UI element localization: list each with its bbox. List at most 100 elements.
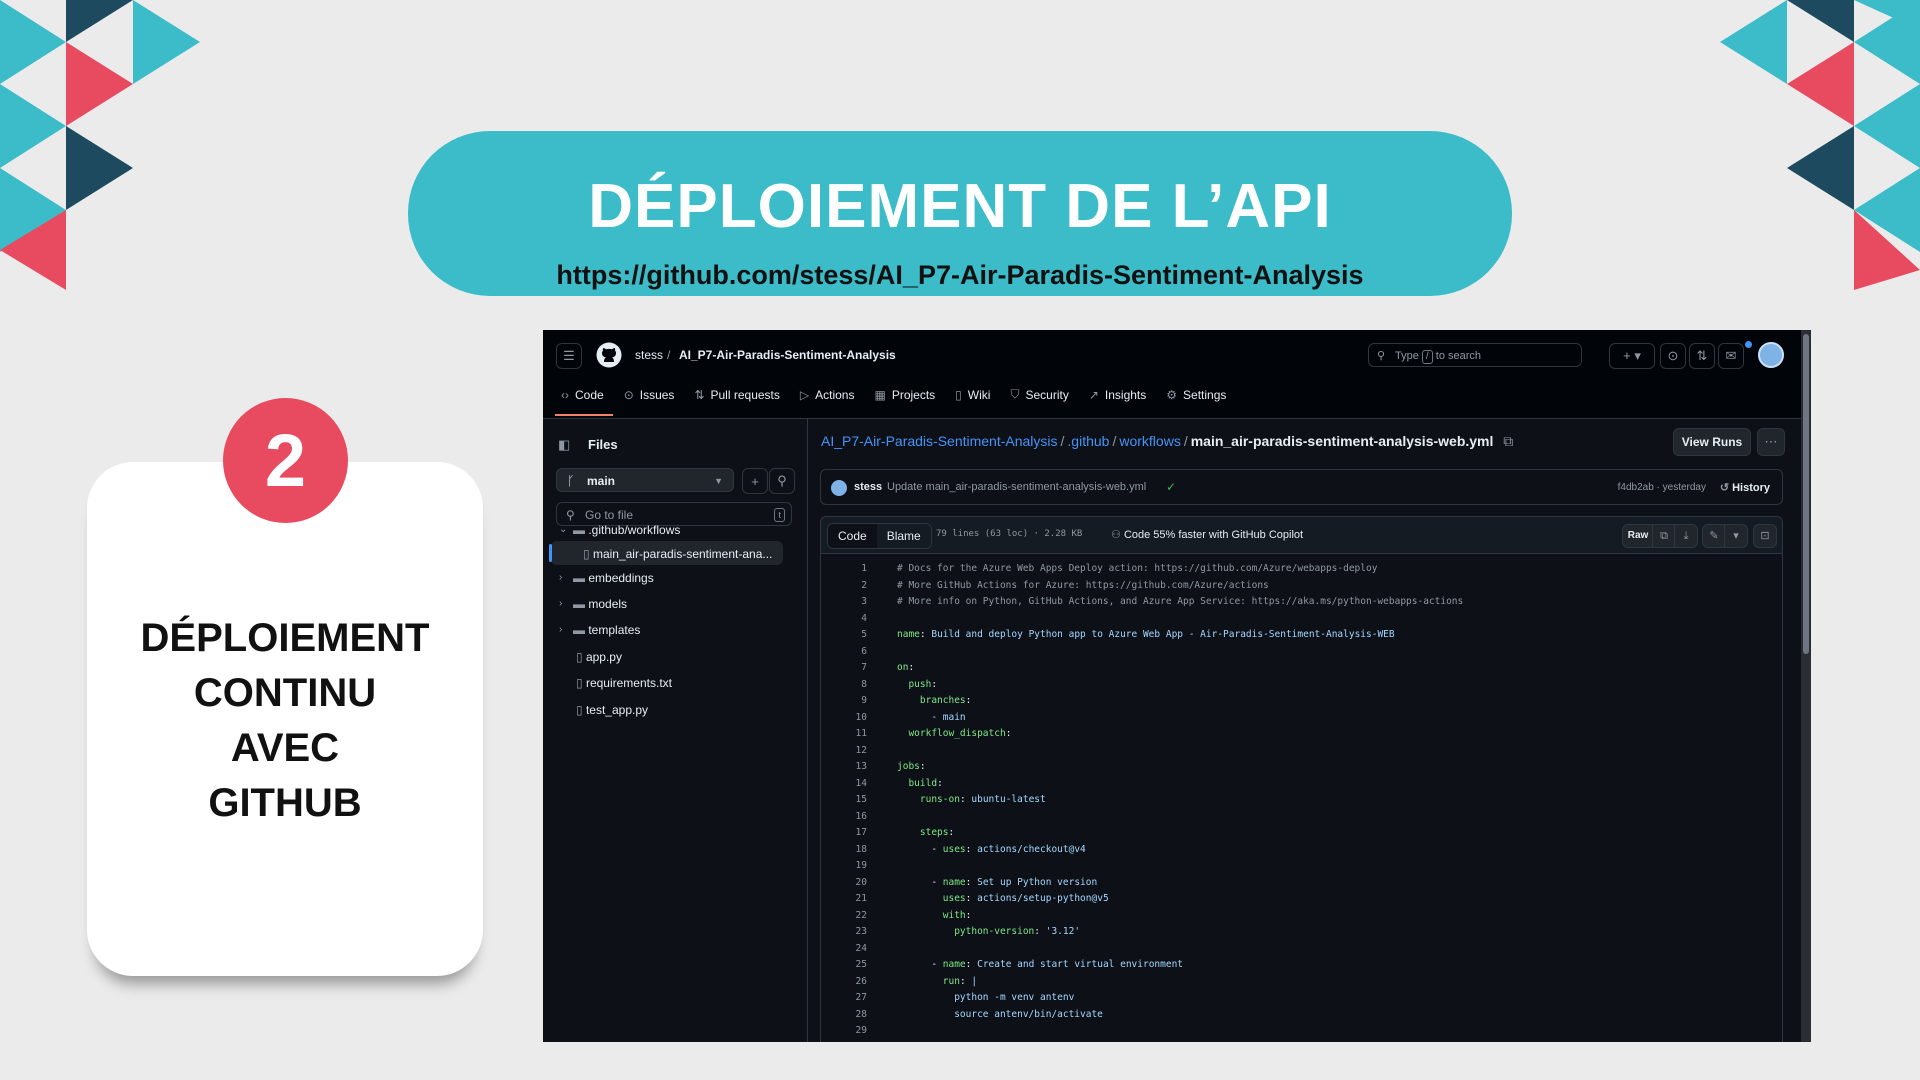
tree-folder[interactable]: › ▬ models [559, 593, 627, 615]
card-line: GITHUB [208, 781, 362, 825]
tree-file[interactable]: ▯ test_app.py [576, 699, 648, 721]
graph-icon: ↗ [1088, 387, 1099, 402]
repo-url[interactable]: https://github.com/stess/AI_P7-Air-Parad… [408, 260, 1512, 291]
line-number[interactable]: 20 [821, 875, 867, 892]
edit-pencil-icon[interactable]: ✎ [1702, 524, 1726, 548]
tab-settings[interactable]: ⚙ Settings [1166, 387, 1226, 402]
line-number[interactable]: 7 [821, 660, 867, 677]
add-file-button[interactable]: + [742, 468, 768, 494]
line-number[interactable]: 24 [821, 941, 867, 958]
scrollbar[interactable] [1801, 330, 1811, 1042]
line-number[interactable]: 8 [821, 677, 867, 694]
line-text: python -m venv antenv [897, 992, 1075, 1003]
path-repo-link[interactable]: AI_P7-Air-Paradis-Sentiment-Analysis [821, 433, 1058, 449]
line-number[interactable]: 21 [821, 891, 867, 908]
branch-selector[interactable]: ᚴ main ▼ [556, 468, 734, 492]
symbols-panel-icon[interactable]: ⊡ [1753, 524, 1777, 548]
chevron-down-icon[interactable]: ▾ [1724, 524, 1748, 548]
path-dir-link[interactable]: .github [1067, 433, 1109, 449]
tab-issues[interactable]: ⊙ Issues [624, 387, 675, 402]
line-number[interactable]: 9 [821, 693, 867, 710]
line-number[interactable]: 1 [821, 561, 867, 578]
line-number[interactable]: 14 [821, 776, 867, 793]
line-number[interactable]: 16 [821, 809, 867, 826]
tree-file-selected[interactable]: ▯ main_air-paradis-sentiment-ana... [583, 543, 772, 565]
line-number[interactable]: 2 [821, 578, 867, 595]
code-line: 14 build: [821, 776, 1782, 793]
history-link[interactable]: ↺ History [1720, 481, 1770, 494]
breadcrumb-separator: / [667, 348, 671, 362]
avatar[interactable] [1758, 342, 1784, 368]
sidebar-collapse-icon[interactable]: ◧ [558, 437, 570, 453]
view-runs-button[interactable]: View Runs [1673, 428, 1751, 456]
line-number[interactable]: 15 [821, 792, 867, 809]
history-label: History [1732, 482, 1770, 494]
tab-wiki[interactable]: ▯ Wiki [955, 387, 990, 402]
repo-nav: ‹› Code ⊙ Issues ⇅ Pull requests ▷ Actions ▦… [561, 387, 1226, 402]
line-number[interactable]: 27 [821, 990, 867, 1007]
tab-actions[interactable]: ▷ Actions [800, 387, 855, 402]
commit-author[interactable]: stess [854, 481, 882, 493]
line-number[interactable]: 26 [821, 974, 867, 991]
line-number[interactable]: 5 [821, 627, 867, 644]
line-number[interactable]: 10 [821, 710, 867, 727]
code-line: 22 with: [821, 908, 1782, 925]
tree-folder[interactable]: › ▬ embeddings [559, 567, 654, 589]
tree-folder[interactable]: ⌄ ▬ .github/workflows [559, 519, 681, 541]
tab-projects[interactable]: ▦ Projects [874, 387, 935, 402]
code-line: 20 - name: Set up Python version [821, 875, 1782, 892]
tab-insights[interactable]: ↗ Insights [1089, 387, 1146, 402]
copilot-promo[interactable]: ⚇ Code 55% faster with GitHub Copilot [1111, 528, 1303, 541]
line-number[interactable]: 23 [821, 924, 867, 941]
code-line: 24 [821, 941, 1782, 958]
check-icon[interactable]: ✓ [1166, 480, 1176, 494]
github-header: ☰ stess / AI_P7-Air-Paradis-Sentiment-An… [543, 330, 1801, 419]
repo-name-link[interactable]: AI_P7-Air-Paradis-Sentiment-Analysis [679, 348, 896, 362]
inbox-icon[interactable]: ✉ [1718, 343, 1744, 369]
scrollbar-thumb[interactable] [1803, 334, 1809, 654]
commit-hash-time[interactable]: f4db2ab · yesterday [1618, 482, 1706, 493]
line-number[interactable]: 3 [821, 594, 867, 611]
line-number[interactable]: 29 [821, 1023, 867, 1040]
issues-icon[interactable]: ⊙ [1660, 343, 1686, 369]
path-dir-link[interactable]: workflows [1119, 433, 1180, 449]
line-number[interactable]: 28 [821, 1007, 867, 1024]
search-input[interactable]: ⚲ Type / to search [1368, 343, 1582, 367]
tab-blame-view[interactable]: Blame [876, 524, 931, 548]
line-number[interactable]: 25 [821, 957, 867, 974]
line-number[interactable]: 4 [821, 611, 867, 628]
line-number[interactable]: 22 [821, 908, 867, 925]
tab-security[interactable]: ⛉ Security [1010, 387, 1068, 402]
download-icon[interactable]: ⤓ [1674, 524, 1698, 548]
commit-message[interactable]: Update main_air-paradis-sentiment-analys… [887, 481, 1146, 493]
raw-button[interactable]: Raw [1622, 524, 1654, 548]
tab-code-view[interactable]: Code [828, 524, 877, 548]
tree-label: .github/workflows [588, 523, 681, 537]
line-number[interactable]: 11 [821, 726, 867, 743]
tab-code[interactable]: ‹› Code [561, 387, 604, 402]
tree-label: test_app.py [585, 703, 648, 717]
create-new-button[interactable]: + ▾ [1609, 343, 1655, 369]
line-number[interactable]: 19 [821, 858, 867, 875]
line-number[interactable]: 13 [821, 759, 867, 776]
search-files-button[interactable]: ⚲ [769, 468, 795, 494]
tree-folder[interactable]: › ▬ templates [559, 619, 640, 641]
tree-file[interactable]: ▯ requirements.txt [576, 672, 672, 694]
line-number[interactable]: 6 [821, 644, 867, 661]
pull-requests-icon[interactable]: ⇅ [1689, 343, 1715, 369]
line-number[interactable]: 18 [821, 842, 867, 859]
tab-pull-requests[interactable]: ⇅ Pull requests [694, 387, 779, 402]
github-logo-icon[interactable] [596, 342, 622, 368]
avatar[interactable] [831, 480, 847, 496]
line-number[interactable]: 12 [821, 743, 867, 760]
tree-file[interactable]: ▯ app.py [576, 646, 622, 668]
copy-path-icon[interactable]: ⧉ [1503, 433, 1513, 449]
line-text: on: [897, 662, 915, 673]
tree-label: requirements.txt [585, 676, 672, 690]
repo-owner-link[interactable]: stess [635, 348, 663, 362]
line-number[interactable]: 17 [821, 825, 867, 842]
more-options-button[interactable]: ⋯ [1757, 428, 1785, 456]
copy-icon[interactable]: ⧉ [1652, 524, 1676, 548]
hamburger-menu-icon[interactable]: ☰ [556, 343, 582, 369]
tab-label: Code [575, 387, 604, 402]
